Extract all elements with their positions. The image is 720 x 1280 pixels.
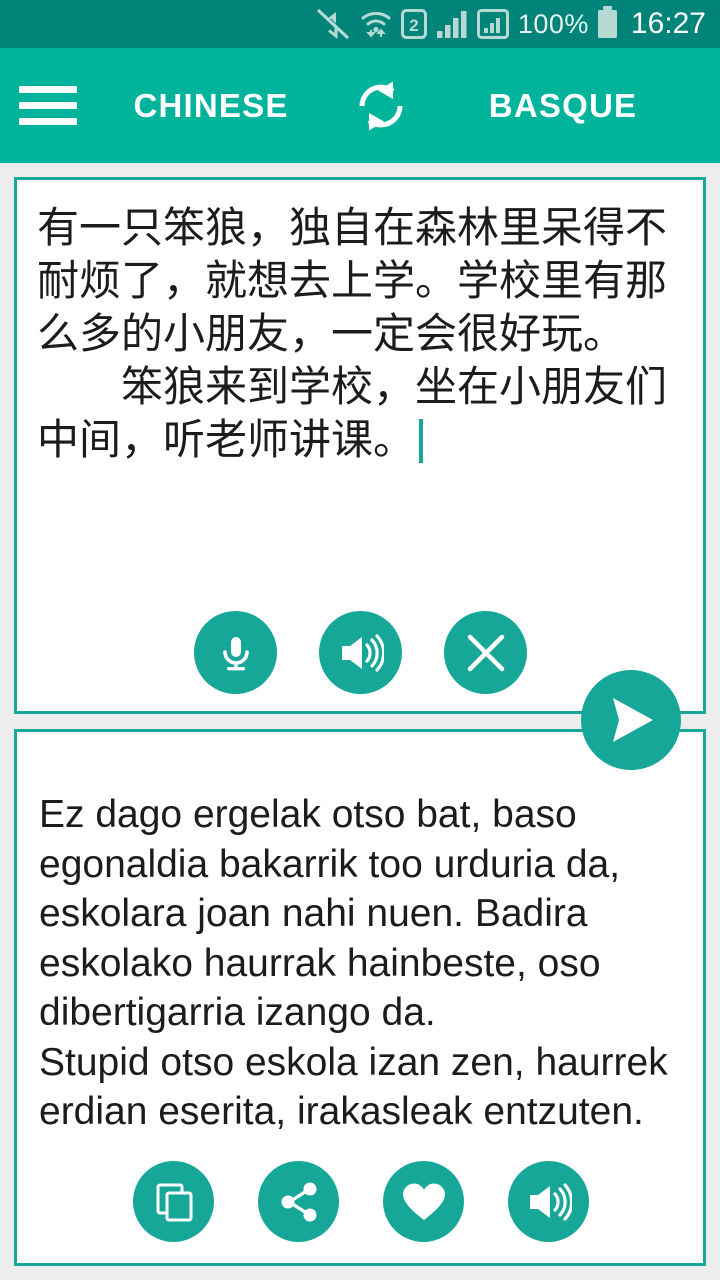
translation-text: Ez dago ergelak otso bat, baso egonaldia… bbox=[39, 793, 668, 1134]
app-bar: CHINESE BASQUE bbox=[0, 48, 720, 163]
mute-icon bbox=[316, 9, 351, 39]
target-language-button[interactable]: BASQUE bbox=[436, 87, 720, 125]
speak-target-button[interactable] bbox=[508, 1161, 589, 1242]
clock-label: 16:27 bbox=[630, 7, 706, 40]
wifi-icon bbox=[360, 9, 392, 39]
signal-bars-boxed-icon bbox=[476, 9, 509, 39]
source-text-value: 有一只笨狼，独自在森林里呆得不耐烦了，就想去上学。学校里有那么多的小朋友，一定会… bbox=[37, 203, 668, 464]
source-text-input[interactable]: 有一只笨狼，独自在森林里呆得不耐烦了，就想去上学。学校里有那么多的小朋友，一定会… bbox=[17, 180, 703, 467]
hamburger-menu-icon[interactable] bbox=[0, 86, 96, 125]
translator-app-screen: 2 100% 16:27 CHINESE BASQUE 有一只笨狼，独自在森林里… bbox=[0, 0, 720, 1280]
status-bar: 2 100% 16:27 bbox=[0, 0, 720, 48]
send-paper-plane-icon bbox=[613, 698, 653, 742]
source-actions-row bbox=[194, 611, 527, 694]
target-actions-row bbox=[133, 1161, 589, 1242]
text-caret bbox=[419, 418, 424, 463]
battery-icon bbox=[597, 6, 617, 38]
battery-percent-label: 100% bbox=[517, 8, 589, 39]
microphone-button[interactable] bbox=[194, 611, 277, 694]
source-language-button[interactable]: CHINESE bbox=[96, 87, 326, 125]
translate-send-button[interactable] bbox=[581, 670, 681, 770]
svg-text:2: 2 bbox=[409, 16, 418, 35]
share-button[interactable] bbox=[258, 1161, 339, 1242]
speak-source-button[interactable] bbox=[319, 611, 402, 694]
swap-languages-icon[interactable] bbox=[326, 73, 436, 139]
signal-bars-icon bbox=[436, 9, 468, 39]
favorite-button[interactable] bbox=[383, 1161, 464, 1242]
clear-text-button[interactable] bbox=[444, 611, 527, 694]
sim2-icon: 2 bbox=[400, 9, 427, 39]
copy-button[interactable] bbox=[133, 1161, 214, 1242]
